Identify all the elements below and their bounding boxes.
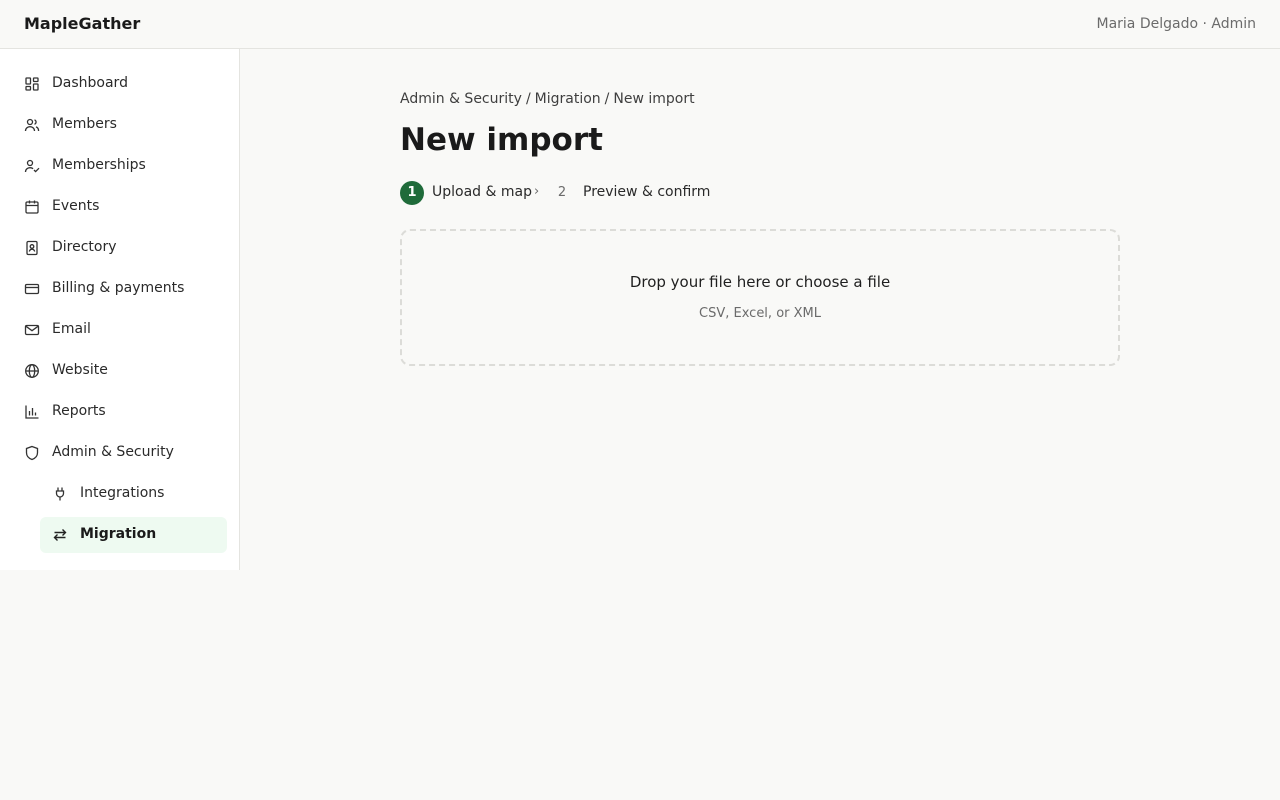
calendar-icon	[24, 199, 40, 215]
sidebar-item-website[interactable]: Website	[12, 353, 227, 389]
dropzone-subtitle: CSV, Excel, or XML	[699, 306, 821, 321]
breadcrumb-current: New import	[613, 91, 695, 107]
sidebar-item-billing[interactable]: Billing & payments	[12, 271, 227, 307]
sidebar-item-label: Website	[52, 362, 108, 378]
dropzone-title: Drop your file here or choose a file	[629, 273, 891, 291]
sidebar-item-label: Directory	[52, 239, 117, 255]
sidebar-item-label: Migration	[80, 526, 157, 542]
breadcrumb: Admin & Security / Migration / New import	[400, 91, 695, 107]
breadcrumb-separator: /	[604, 91, 610, 107]
bar-chart-icon	[24, 404, 40, 420]
breadcrumb-admin-security[interactable]: Admin & Security	[400, 91, 522, 107]
sidebar-item-email[interactable]: Email	[12, 312, 227, 348]
step-1-number: 1	[400, 181, 424, 205]
dashboard-icon	[24, 76, 40, 92]
top-bar: MapleGather Maria Delgado · Admin	[0, 0, 1280, 49]
mail-icon	[24, 322, 40, 338]
sidebar-item-label: Billing & payments	[52, 280, 185, 296]
sidebar-item-reports[interactable]: Reports	[12, 394, 227, 430]
sidebar-item-members[interactable]: Members	[12, 107, 227, 143]
sidebar-item-integrations[interactable]: Integrations	[40, 476, 227, 512]
members-icon	[24, 117, 40, 133]
sidebar-item-migration[interactable]: Migration	[40, 517, 227, 553]
sidebar-item-label: Integrations	[80, 485, 165, 501]
globe-icon	[24, 363, 40, 379]
step-2-label: Preview & confirm	[583, 184, 711, 200]
step-1-label: Upload & map	[432, 184, 532, 200]
user-account[interactable]: Maria Delgado · Admin	[1096, 16, 1256, 32]
arrows-swap-icon	[52, 527, 68, 543]
stepper: 1 Upload & map › 2 Preview & confirm	[400, 181, 1120, 205]
page-title: New import	[400, 122, 603, 158]
memberships-icon	[24, 158, 40, 174]
sidebar-item-label: Admin & Security	[52, 444, 174, 460]
chevron-right-icon: ›	[534, 184, 540, 199]
file-dropzone[interactable]: Drop your file here or choose a file CSV…	[400, 229, 1120, 366]
directory-icon	[24, 240, 40, 256]
breadcrumb-separator: /	[525, 91, 531, 107]
sidebar-item-label: Email	[52, 321, 91, 337]
sidebar-item-label: Reports	[52, 403, 106, 419]
sidebar: Dashboard Members Memberships Events Dir…	[0, 49, 240, 570]
sidebar-item-label: Members	[52, 116, 117, 132]
plug-icon	[52, 486, 68, 502]
shield-icon	[24, 445, 40, 461]
sidebar-item-directory[interactable]: Directory	[12, 230, 227, 266]
app-brand[interactable]: MapleGather	[24, 14, 140, 33]
sidebar-item-label: Dashboard	[52, 75, 128, 91]
sidebar-item-memberships[interactable]: Memberships	[12, 148, 227, 184]
sidebar-item-label: Memberships	[52, 157, 146, 173]
step-2-number: 2	[550, 181, 574, 205]
sidebar-item-admin-security[interactable]: Admin & Security	[12, 435, 227, 471]
breadcrumb-migration[interactable]: Migration	[535, 91, 601, 107]
sidebar-item-events[interactable]: Events	[12, 189, 227, 225]
sidebar-item-dashboard[interactable]: Dashboard	[12, 66, 227, 102]
sidebar-item-label: Events	[52, 198, 100, 214]
credit-card-icon	[24, 281, 40, 297]
